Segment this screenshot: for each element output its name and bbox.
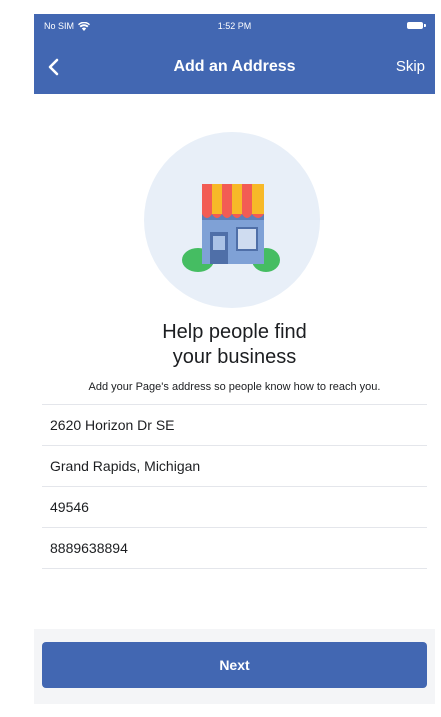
street-address-value: 2620 Horizon Dr SE: [50, 417, 175, 433]
next-button[interactable]: Next: [42, 642, 427, 688]
city-state-value: Grand Rapids, Michigan: [50, 458, 201, 474]
top-bar: No SIM 1:52 PM Add an Address Skip: [34, 14, 435, 94]
phone-number-field[interactable]: 8889638894: [42, 528, 427, 569]
street-address-field[interactable]: 2620 Horizon Dr SE: [42, 405, 427, 446]
address-form: 2620 Horizon Dr SE Grand Rapids, Michiga…: [42, 404, 427, 569]
headline-line-1: Help people find: [162, 321, 307, 343]
battery-icon: [407, 22, 426, 29]
headline-line-2: your business: [172, 346, 297, 368]
nav-bar: Add an Address Skip: [34, 40, 435, 94]
skip-button[interactable]: Skip: [396, 58, 425, 75]
illustration-circle: [144, 132, 320, 308]
city-state-field[interactable]: Grand Rapids, Michigan: [42, 446, 427, 487]
phone-screen: No SIM 1:52 PM Add an Address Skip Help …: [34, 14, 435, 704]
zip-code-value: 49546: [50, 499, 89, 515]
phone-number-value: 8889638894: [50, 540, 128, 556]
headline: Help people find your business: [34, 320, 435, 370]
page-title: Add an Address: [173, 58, 296, 75]
zip-code-field[interactable]: 49546: [42, 487, 427, 528]
storefront-icon: [182, 184, 280, 272]
status-bar: No SIM 1:52 PM: [34, 14, 435, 40]
status-time: 1:52 PM: [217, 21, 252, 31]
screenshot-frame: No SIM 1:52 PM Add an Address Skip Help …: [0, 0, 441, 717]
subtext: Add your Page's address so people know h…: [88, 381, 381, 393]
